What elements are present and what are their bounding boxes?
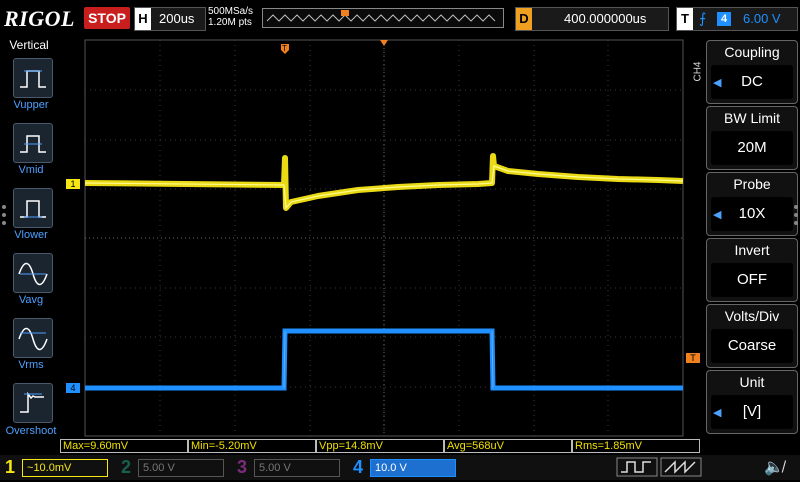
measurement-rms[interactable]: Rms=1.85mV (572, 439, 700, 453)
vmid-button[interactable] (13, 123, 53, 163)
vavg-icon (18, 262, 48, 286)
measurement-vpp[interactable]: Vpp=14.8mV (316, 439, 444, 453)
select-arrow-icon: ◀ (713, 77, 722, 89)
vlower-label: Vlower (14, 229, 48, 241)
unit-value: [V] (711, 395, 793, 429)
graticule: T (84, 39, 684, 437)
ch1-scale-value: 10.0mV (33, 462, 72, 474)
ch3-number: 3 (236, 457, 247, 477)
menu-channel-tag: CH4 (692, 61, 704, 82)
invert-title: Invert (734, 242, 770, 258)
brand-logo: RIGOL (4, 6, 75, 31)
coupling-value: DC (711, 65, 793, 99)
ch4-status[interactable]: 4 10.0 V (350, 457, 470, 477)
vlower-button[interactable] (13, 188, 53, 228)
vupper-icon (20, 70, 46, 88)
ch1-number: 1 (4, 457, 15, 477)
horizontal-position-bar[interactable] (262, 8, 504, 28)
trigger-position-marker (341, 10, 349, 16)
vupper-button[interactable] (13, 58, 53, 98)
delay-display[interactable]: D 400.000000us (515, 7, 669, 31)
coupling-title: Coupling (724, 44, 780, 60)
vrms-button[interactable] (13, 318, 53, 358)
rising-edge-icon: ⨍ (699, 10, 707, 26)
trigger-level: 6.00 V (743, 11, 781, 26)
vrms-label: Vrms (18, 359, 44, 371)
probe-value: 10X (711, 197, 793, 231)
trigger-display[interactable]: T ⨍ 4 6.00 V (676, 7, 798, 31)
unit-title: Unit (739, 374, 765, 390)
run-stop-indicator[interactable]: STOP (84, 7, 130, 29)
ch1-status[interactable]: 1 ~10.0mV (2, 457, 112, 477)
trigger-level-marker[interactable]: T (686, 353, 700, 363)
memory-depth: 1.20M pts (208, 17, 252, 28)
overshoot-button[interactable] (13, 383, 53, 423)
bw-limit-menu[interactable]: BW Limit 20M (706, 106, 798, 170)
measurement-max[interactable]: Max=9.60mV (60, 439, 188, 453)
waveform-overview (266, 10, 496, 22)
volts-div-menu[interactable]: Volts/Div Coarse (706, 304, 798, 368)
vmid-icon (20, 135, 46, 153)
measurement-min[interactable]: Min=-5.20mV (188, 439, 316, 453)
measure-menu-title: Vertical (9, 38, 49, 52)
waveform-display[interactable]: T 1 4 (58, 38, 684, 438)
bw-limit-value: 20M (711, 131, 793, 165)
invert-value: OFF (711, 263, 793, 297)
bw-limit-title: BW Limit (724, 110, 780, 126)
channel-menu: Coupling DC ◀ BW Limit 20M Probe 10X ◀ I… (704, 38, 800, 440)
trigger-source: 4 (717, 12, 731, 26)
volts-div-value: Coarse (711, 329, 793, 363)
trigger-key: T (677, 8, 693, 30)
left-scroll-indicator (2, 205, 6, 225)
ch4-number: 4 (352, 457, 363, 477)
delay-value: 400.000000us (564, 11, 647, 26)
ch4-offset-marker[interactable]: 4 (66, 383, 80, 393)
horizontal-timebase[interactable]: H 200us (134, 7, 206, 31)
invert-menu[interactable]: Invert OFF (706, 238, 798, 302)
measure-menu: Vertical Vupper Vmid Vlower Vavg Vrms Ov… (0, 38, 58, 440)
vavg-button[interactable] (13, 253, 53, 293)
trigger-time-marker-label: T (282, 44, 287, 53)
unit-menu[interactable]: Unit [V] ◀ (706, 370, 798, 434)
delay-key: D (516, 8, 532, 30)
math-mode-icons[interactable] (603, 457, 707, 477)
volts-div-title: Volts/Div (724, 308, 780, 324)
select-arrow-icon: ◀ (713, 209, 722, 221)
vlower-icon (20, 200, 46, 218)
vavg-label: Vavg (18, 294, 44, 306)
vmid-label: Vmid (18, 164, 44, 176)
ch1-scale: ~10.0mV (22, 459, 108, 477)
coupling-menu[interactable]: Coupling DC ◀ (706, 40, 798, 104)
select-arrow-icon: ◀ (713, 407, 722, 419)
vrms-icon (18, 327, 48, 351)
speaker-icon[interactable]: 🔈̸ (764, 457, 784, 477)
right-scroll-indicator (794, 205, 798, 225)
overshoot-label: Overshoot (5, 425, 57, 437)
ch3-status[interactable]: 3 5.00 V (234, 457, 344, 477)
overshoot-icon (20, 391, 44, 413)
probe-title: Probe (733, 176, 771, 192)
sample-rate: 500MSa/s (208, 6, 254, 17)
acquisition-info: 500MSa/s 1.20M pts (208, 6, 253, 28)
measurement-bar: Max=9.60mV Min=-5.20mV Vpp=14.8mV Avg=56… (60, 439, 702, 453)
horizontal-key: H (135, 8, 151, 30)
ch4-scale-value: 10.0 V (370, 459, 456, 477)
ch3-scale-value: 5.00 V (254, 459, 340, 477)
ch2-status[interactable]: 2 5.00 V (118, 457, 228, 477)
ch2-scale-value: 5.00 V (138, 459, 224, 477)
vupper-label: Vupper (13, 99, 49, 111)
probe-menu[interactable]: Probe 10X ◀ (706, 172, 798, 236)
measurement-avg[interactable]: Avg=568uV (444, 439, 572, 453)
top-status-bar: RIGOL STOP H 200us 500MSa/s 1.20M pts D … (0, 0, 800, 38)
ch2-number: 2 (120, 457, 131, 477)
timebase-value: 200us (159, 11, 195, 26)
square-wave-icon (616, 457, 658, 477)
ch1-offset-marker[interactable]: 1 (66, 179, 80, 189)
